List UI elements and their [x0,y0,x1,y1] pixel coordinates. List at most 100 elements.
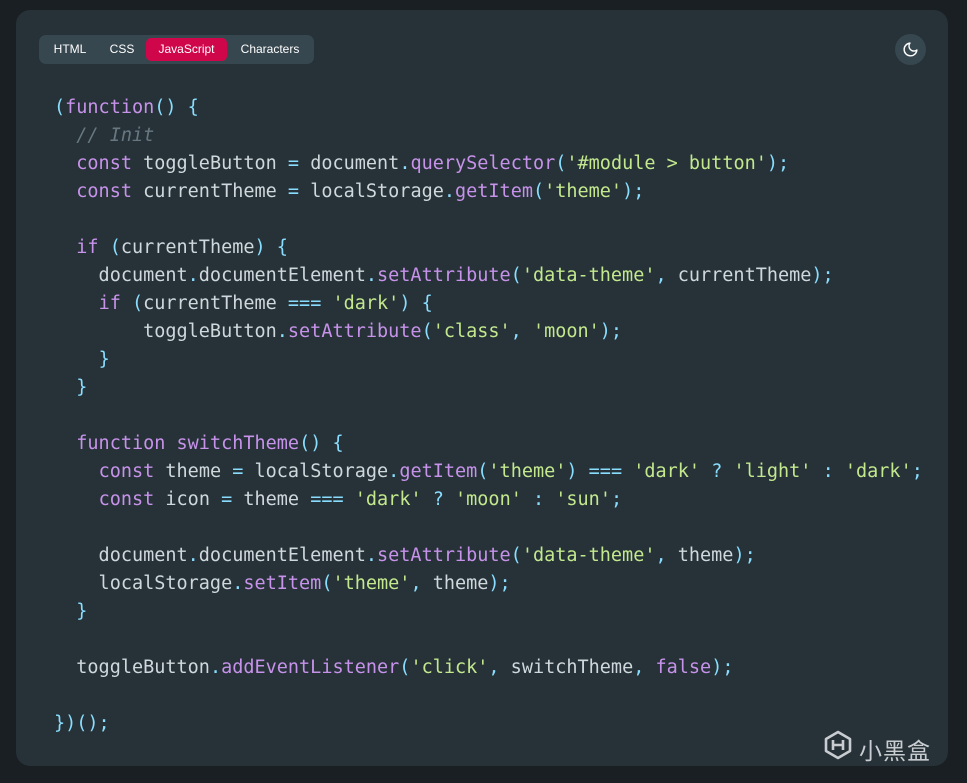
code-line: } [54,598,923,626]
code-token-punct: . [276,321,288,342]
tab-javascript[interactable]: JavaScript [146,38,227,61]
code-line: (function() { [54,94,923,122]
code-token-keyword: getItem [455,181,533,202]
code-token-punct: . [232,573,244,594]
code-token-string: 'class' [432,321,511,342]
code-token-string: 'sun' [555,489,611,510]
code-token-keyword: const [98,489,155,510]
code-token-text: icon [154,489,222,510]
code-token-punct: === [588,461,623,482]
code-line: const currentTheme = localStorage.getIte… [54,178,923,206]
code-token-string: 'dark' [844,461,912,482]
code-token-text: currentTheme [666,265,812,286]
code-token-punct: ); [811,265,834,286]
code-token-keyword: function [76,433,166,454]
code-token-string: 'theme' [332,573,411,594]
code-token-punct: ) [566,461,578,482]
code-block: (function() { // Init const toggleButton… [54,94,923,738]
code-token-punct: } [98,349,110,370]
code-token-text: theme [232,489,311,510]
code-token-keyword: addEventListener [221,657,400,678]
code-token-punct: ); [733,545,756,566]
code-token-string: 'theme' [544,181,623,202]
code-token-punct: . [443,181,455,202]
code-token-string: 'data-theme' [521,545,656,566]
code-token-keyword: setAttribute [287,321,422,342]
code-token-keyword: const [76,153,132,174]
code-token-punct: ( [54,97,66,118]
code-line: if (currentTheme === 'dark') { [54,290,923,318]
code-token-punct: = [232,461,244,482]
code-token-string: 'light' [733,461,812,482]
code-token-punct: . [187,265,199,286]
code-token-punct: = [221,489,233,510]
code-token-punct: ) [254,237,266,258]
code-token-punct: , [510,321,522,342]
code-line: })(); [54,710,923,738]
code-token-string: 'dark' [633,461,701,482]
code-token-string: '#module > button' [566,153,767,174]
code-token-punct: . [399,153,411,174]
code-token-punct: { [332,433,344,454]
code-token-text: document [299,153,400,174]
code-token-text: switchTheme [499,657,634,678]
code-token-string: 'dark' [354,489,422,510]
code-token-text: toggleButton [131,153,288,174]
code-token-text: document [54,545,188,566]
code-token-keyword: setAttribute [377,545,511,566]
watermark-text: 小黑盒 [859,739,931,765]
code-token-text: documentElement [198,545,366,566]
code-token-punct: , [655,265,667,286]
code-line: } [54,374,923,402]
code-line: const icon = theme === 'dark' ? 'moon' :… [54,486,923,514]
code-token-punct: { [421,293,433,314]
code-token-keyword: if [98,293,121,314]
code-line: const theme = localStorage.getItem('them… [54,458,923,486]
tab-characters[interactable]: Characters [230,38,310,61]
code-token-punct: . [388,461,400,482]
code-token-punct: ? [711,461,723,482]
code-token-text: theme [666,545,734,566]
code-line: toggleButton.addEventListener('click', s… [54,654,923,682]
code-token-punct: ); [711,657,734,678]
theme-toggle-button[interactable] [895,34,926,65]
code-token-punct: () [154,97,177,118]
code-token-punct: () [299,433,322,454]
code-token-punct: } [76,601,88,622]
code-token-punct: })(); [54,713,110,734]
code-token-punct: ); [599,321,623,342]
tab-css[interactable]: CSS [99,38,145,61]
language-tab-bar: HTML CSS JavaScript Characters [39,35,314,64]
code-line: } [54,346,923,374]
code-token-text: currentTheme [131,181,288,202]
tab-html[interactable]: HTML [45,38,95,61]
code-token-punct: { [187,97,199,118]
code-token-punct: ); [622,181,645,202]
code-token-punct: . [187,545,199,566]
code-token-punct: ( [555,153,567,174]
code-token-punct: } [76,377,88,398]
code-token-text: document [54,265,188,286]
code-module: HTML CSS JavaScript Characters (function… [16,10,948,766]
code-line: if (currentTheme) { [54,234,923,262]
code-line: const toggleButton = document.querySelec… [54,150,923,178]
code-line: document.documentElement.setAttribute('d… [54,542,923,570]
